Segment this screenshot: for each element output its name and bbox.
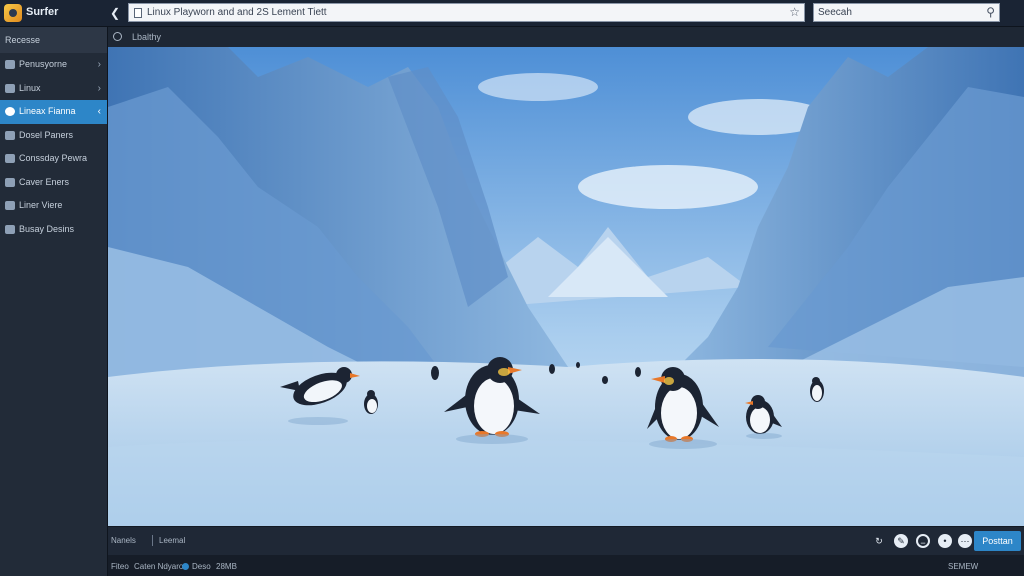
divider bbox=[152, 535, 153, 546]
box-icon bbox=[5, 60, 15, 69]
status-dot-icon bbox=[182, 563, 189, 570]
app-title: Surfer bbox=[26, 6, 59, 18]
image-viewer[interactable] bbox=[108, 47, 1024, 526]
sidebar-item-label: Conssday Pewra bbox=[19, 153, 88, 163]
sidebar-item-label: Linux bbox=[19, 82, 41, 93]
control-bar: Nanels Leemal ↻ ✎ − • ⋯ Posttan bbox=[108, 526, 1024, 555]
disk-icon bbox=[5, 201, 15, 210]
status-bar: Fiteo Caten Ndyaro Deso 28MB SEMEW bbox=[108, 555, 1024, 576]
terminal-icon bbox=[5, 177, 15, 187]
chevron-left-icon: ‹ bbox=[97, 106, 101, 117]
sidebar-heading: Recesse bbox=[0, 27, 107, 53]
control-left-label[interactable]: Nanels bbox=[111, 536, 136, 545]
bookmark-star-icon[interactable]: ☆ bbox=[789, 5, 800, 19]
page-icon bbox=[134, 8, 142, 18]
chevron-right-icon: › bbox=[97, 82, 101, 94]
sidebar-item-dosel-paners[interactable]: Dosel Paners bbox=[0, 124, 107, 148]
image-icon bbox=[5, 224, 15, 234]
sidebar-item-label: Lineax Fianna bbox=[19, 106, 76, 116]
folder-icon bbox=[5, 83, 15, 93]
address-url[interactable]: Linux Playworn and and 2S Lement Tiett bbox=[147, 7, 327, 18]
status-right: SEMEW bbox=[948, 562, 979, 571]
window-icon bbox=[5, 154, 15, 163]
breadcrumb-bar: Lbalthy bbox=[108, 27, 1024, 47]
zoom-out-icon[interactable]: − bbox=[916, 534, 930, 548]
sidebar-item-penusyorne[interactable]: Penusyorne › bbox=[0, 53, 107, 77]
home-icon[interactable] bbox=[113, 32, 122, 41]
sidebar-item-label: Caver Eners bbox=[19, 176, 70, 187]
primary-action-button[interactable]: Posttan bbox=[974, 531, 1021, 551]
sidebar-item-linux[interactable]: Linux › bbox=[0, 77, 107, 101]
more-icon[interactable]: ⋯ bbox=[958, 534, 972, 548]
search-icon[interactable]: ⚲ bbox=[986, 5, 995, 19]
info-icon[interactable]: • bbox=[938, 534, 952, 548]
sidebar-item-liner-viere[interactable]: Liner Viere bbox=[0, 194, 107, 218]
back-arrow-icon: ❮ bbox=[109, 6, 121, 20]
address-bar[interactable]: Linux Playworn and and 2S Lement Tiett ☆ bbox=[128, 3, 805, 22]
search-box[interactable]: ⚲ bbox=[813, 3, 1000, 22]
status-file-name: Caten Ndyaro bbox=[134, 562, 184, 571]
search-input[interactable] bbox=[818, 5, 978, 20]
app-logo-icon bbox=[4, 4, 22, 22]
chevron-right-icon: › bbox=[97, 59, 101, 70]
sidebar-item-conssday-pewra[interactable]: Conssday Pewra bbox=[0, 147, 107, 171]
sidebar: Recesse Penusyorne › Linux › Lineax Fian… bbox=[0, 27, 108, 576]
breadcrumb[interactable]: Lbalthy bbox=[132, 32, 161, 42]
top-bar: Surfer ❮ Linux Playworn and and 2S Lemen… bbox=[0, 0, 1024, 27]
sidebar-item-busay-desins[interactable]: Busay Desins bbox=[0, 218, 107, 242]
rotate-icon[interactable]: ↻ bbox=[872, 534, 886, 548]
sidebar-item-label: Liner Viere bbox=[19, 200, 63, 210]
status-left: Fiteo bbox=[111, 562, 129, 571]
penguin-canyon-image bbox=[108, 47, 1024, 526]
document-icon bbox=[5, 130, 15, 140]
sidebar-item-lineax-fianna[interactable]: Lineax Fianna ‹ bbox=[0, 100, 107, 124]
back-button[interactable]: ❮ bbox=[108, 5, 122, 21]
control-right-label[interactable]: Leemal bbox=[159, 536, 185, 545]
status-type: Deso bbox=[192, 562, 211, 571]
edit-icon[interactable]: ✎ bbox=[894, 534, 908, 548]
sidebar-item-label: Penusyorne bbox=[19, 59, 68, 69]
sidebar-item-caver-eners[interactable]: Caver Eners bbox=[0, 171, 107, 195]
status-file-size: 28MB bbox=[216, 562, 237, 571]
sidebar-item-label: Dosel Paners bbox=[19, 129, 74, 140]
sidebar-item-label: Busay Desins bbox=[19, 223, 75, 234]
gear-icon bbox=[5, 107, 15, 116]
